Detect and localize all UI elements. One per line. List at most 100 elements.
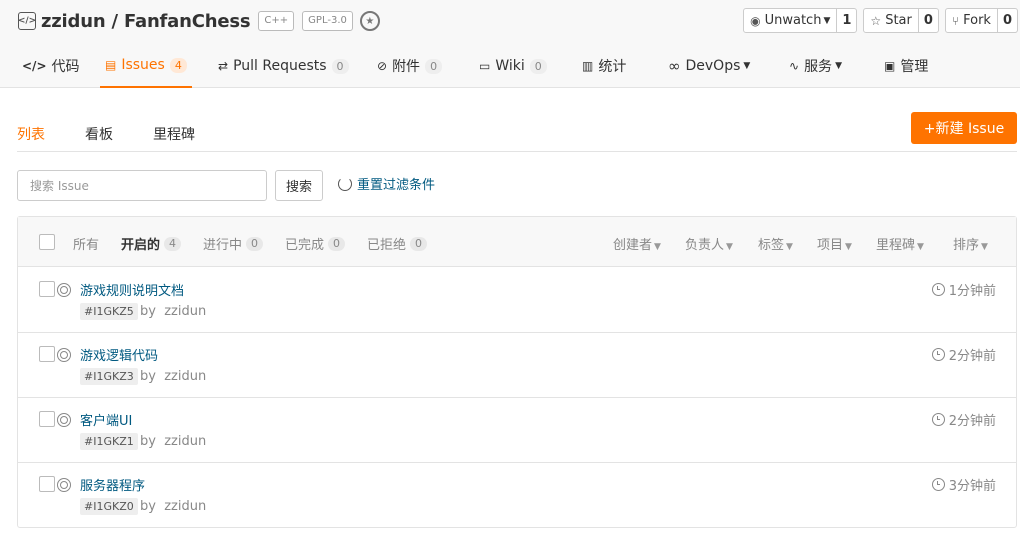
issue-author: by zzidun (140, 434, 206, 449)
book-icon: ▭ (479, 59, 491, 73)
chevron-down-icon: ▼ (845, 242, 852, 252)
tab-wiki-label: Wiki (495, 58, 525, 74)
repo-owner-link[interactable]: zzidun (41, 11, 106, 32)
search-button[interactable]: 搜索 (275, 170, 323, 201)
chevron-down-icon: ▼ (654, 242, 661, 252)
issue-author-link[interactable]: zzidun (164, 369, 206, 384)
issue-time-label: 2分钟前 (948, 414, 996, 429)
tab-services[interactable]: ∿ 服务 ▼ (789, 44, 842, 88)
star-button[interactable]: ☆ Star 0 (863, 8, 939, 33)
subnav-list[interactable]: 列表 (17, 124, 45, 144)
clock-icon (931, 478, 945, 491)
issue-row[interactable]: 服务器程序 #I1GKZ0 by zzidun 3分钟前 (18, 463, 1016, 528)
issue-author-link[interactable]: zzidun (164, 434, 206, 449)
state-tab-progressing-count: 0 (246, 236, 264, 251)
filter-assignee-dropdown[interactable]: 负责人 ▼ (685, 234, 733, 253)
issue-checkbox[interactable] (39, 476, 55, 492)
fork-count[interactable]: 0 (996, 9, 1017, 32)
issue-id-badge[interactable]: #I1GKZ3 (80, 368, 138, 385)
license-tag[interactable]: GPL-3.0 (302, 11, 353, 31)
issue-title-link[interactable]: 服务器程序 (80, 475, 145, 494)
tab-attachments[interactable]: ⊘ 附件 0 (377, 44, 443, 88)
issue-checkbox[interactable] (39, 346, 55, 362)
tab-services-label: 服务 (804, 59, 833, 75)
issues-icon: ▤ (105, 58, 117, 72)
issue-row[interactable]: 客户端UI #I1GKZ1 by zzidun 2分钟前 (18, 398, 1016, 463)
pulse-icon: ∿ (789, 59, 800, 73)
subnav-board[interactable]: 看板 (85, 124, 113, 144)
tab-code[interactable]: </> 代码 (22, 44, 80, 88)
issue-id-badge[interactable]: #I1GKZ1 (80, 433, 138, 450)
tab-devops[interactable]: ∞ DevOps ▼ (668, 44, 750, 88)
tab-issues-label: Issues (121, 57, 165, 73)
unwatch-button[interactable]: ◉ Unwatch ▼ 1 (743, 8, 858, 33)
issue-title-link[interactable]: 游戏规则说明文档 (80, 280, 184, 299)
state-tab-closed[interactable]: 已完成 0 (285, 234, 346, 253)
chevron-down-icon: ▼ (835, 61, 842, 71)
filter-label-dropdown[interactable]: 标签 ▼ (758, 234, 793, 253)
repo-name-link[interactable]: FanfanChess (124, 11, 251, 32)
tab-attachments-label: 附件 (392, 59, 421, 75)
chevron-down-icon: ▼ (786, 242, 793, 252)
tab-pull-requests[interactable]: ⇄ Pull Requests 0 (218, 44, 349, 88)
clock-icon (931, 348, 945, 361)
state-tab-open[interactable]: 开启的 4 (121, 234, 182, 253)
issue-author: by zzidun (140, 499, 206, 514)
state-tab-closed-label: 已完成 (285, 238, 325, 253)
issue-row[interactable]: 游戏逻辑代码 #I1GKZ3 by zzidun 2分钟前 (18, 333, 1016, 398)
tab-wiki[interactable]: ▭ Wiki 0 (479, 44, 547, 88)
issue-checkbox[interactable] (39, 281, 55, 297)
star-icon: ☆ (870, 13, 882, 28)
filter-sort-dropdown[interactable]: 排序 ▼ (953, 234, 988, 253)
star-label: Star (885, 13, 912, 28)
eye-icon: ◉ (750, 13, 761, 28)
issue-search-input[interactable] (17, 170, 267, 201)
filter-project-dropdown[interactable]: 项目 ▼ (817, 234, 852, 253)
issue-row[interactable]: 游戏规则说明文档 #I1GKZ5 by zzidun 1分钟前 (18, 268, 1016, 333)
issue-title-link[interactable]: 游戏逻辑代码 (80, 345, 158, 364)
filter-milestone-dropdown[interactable]: 里程碑 ▼ (876, 234, 924, 253)
tab-manage[interactable]: ▣ 管理 (884, 44, 928, 88)
tab-issues[interactable]: ▤ Issues 4 (100, 44, 192, 88)
filter-milestone-label: 里程碑 (876, 238, 916, 253)
clock-icon (931, 283, 945, 296)
unwatch-label: Unwatch (764, 13, 822, 28)
recommend-badge-icon[interactable]: ★ (359, 11, 380, 31)
code-icon: </> (22, 59, 47, 73)
issue-time: 2分钟前 (931, 345, 996, 364)
issue-title-link[interactable]: 客户端UI (80, 410, 132, 429)
language-tag[interactable]: C++ (258, 11, 295, 31)
issue-checkbox[interactable] (39, 411, 55, 427)
tab-stats[interactable]: ▥ 统计 (582, 44, 626, 88)
new-issue-button[interactable]: +新建 Issue (911, 112, 1017, 144)
issue-filter-bar: 所有 开启的 4 进行中 0 已完成 0 已拒绝 0 创建者 ▼ 负责人 ▼ 标签 ▼… (18, 217, 1016, 267)
filter-author-dropdown[interactable]: 创建者 ▼ (613, 234, 661, 253)
tab-stats-label: 统计 (598, 59, 627, 75)
select-all-checkbox[interactable] (39, 234, 55, 250)
reset-filters-link[interactable]: 重置过滤条件 (338, 174, 435, 193)
issue-sub-nav: 列表 看板 里程碑 +新建 Issue (17, 112, 1017, 152)
issue-author-link[interactable]: zzidun (164, 499, 206, 514)
state-tab-rejected[interactable]: 已拒绝 0 (367, 234, 428, 253)
bar-chart-icon: ▥ (582, 59, 594, 73)
repo-header: </> zzidun / FanfanChess C++ GPL-3.0 ★ ◉… (0, 0, 1020, 88)
state-tab-all-label: 所有 (73, 238, 100, 253)
issue-id-badge[interactable]: #I1GKZ5 (80, 303, 138, 320)
issue-author-link[interactable]: zzidun (164, 304, 206, 319)
state-tab-all[interactable]: 所有 (73, 234, 99, 253)
tab-devops-label: DevOps (685, 58, 741, 74)
chevron-down-icon: ▼ (823, 15, 831, 26)
repo-separator: / (105, 10, 124, 32)
issue-time: 3分钟前 (931, 475, 996, 494)
issue-open-icon (57, 413, 71, 427)
issue-open-icon (57, 348, 71, 362)
issue-id-badge[interactable]: #I1GKZ0 (80, 498, 138, 515)
paperclip-icon: ⊘ (377, 59, 388, 73)
issue-by-label: by (140, 304, 156, 319)
watch-count[interactable]: 1 (836, 9, 856, 32)
chevron-down-icon: ▼ (743, 61, 751, 71)
state-tab-progressing[interactable]: 进行中 0 (203, 234, 264, 253)
star-count[interactable]: 0 (917, 9, 938, 32)
subnav-milestone[interactable]: 里程碑 (153, 124, 195, 144)
fork-button[interactable]: ⑂ Fork 0 (944, 8, 1018, 33)
